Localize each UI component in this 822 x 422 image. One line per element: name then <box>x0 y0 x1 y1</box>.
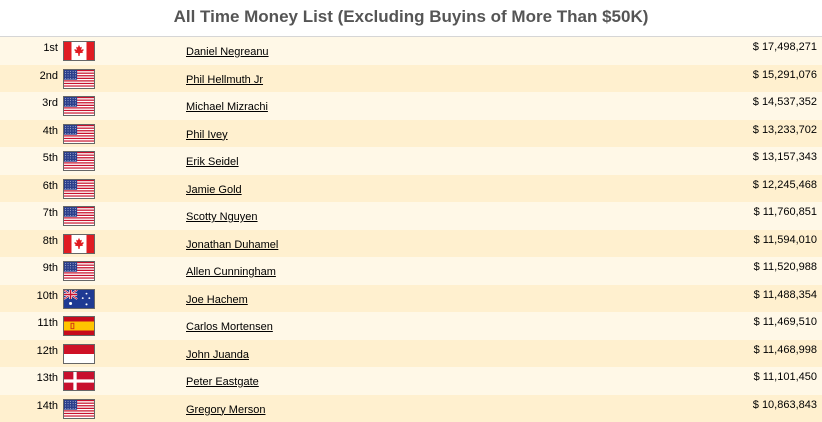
player-name-link[interactable]: Gregory Merson <box>186 404 265 416</box>
table-row: 5th Erik Seidel $ 13,157,343 <box>0 147 822 175</box>
rank-label: 7th <box>42 207 58 219</box>
table-row: 2nd Phil Hellmuth Jr $ 15,291,076 <box>0 64 822 92</box>
player-name-link[interactable]: Allen Cunningham <box>186 266 276 278</box>
player-name-link[interactable]: Joe Hachem <box>186 294 248 306</box>
winnings-amount: $ 11,468,998 <box>753 343 817 356</box>
winnings-amount: $ 17,498,271 <box>752 41 817 53</box>
winnings-amount: $ 11,760,851 <box>753 206 817 218</box>
player-name-link[interactable]: Scotty Nguyen <box>186 211 258 223</box>
player-name-link[interactable]: Daniel Negreanu <box>186 46 269 58</box>
rank-label: 1st <box>43 42 58 54</box>
table-row: 1st Daniel Negreanu $ 17,498,271 <box>0 37 822 65</box>
usa-flag-icon <box>63 398 95 419</box>
winnings-amount: $ 14,537,352 <box>752 96 817 108</box>
denmark-flag-icon <box>63 371 95 391</box>
rank-label: 11th <box>37 317 58 329</box>
player-name-link[interactable]: John Juanda <box>186 349 249 361</box>
winnings-amount: $ 10,863,843 <box>752 398 817 411</box>
table-row: 11th Carlos Mortensen $ 11,469,510 <box>0 312 822 340</box>
canada-flag-icon <box>63 41 95 61</box>
winnings-amount: $ 11,594,010 <box>753 233 817 246</box>
table-row: 7th Scotty Nguyen $ 11,760,851 <box>0 202 822 230</box>
usa-flag-icon <box>63 96 95 116</box>
usa-flag-icon <box>63 68 95 89</box>
table-row: 9th Allen Cunningham $ 11,520,988 <box>0 257 822 285</box>
player-name-link[interactable]: Phil Hellmuth Jr <box>186 74 263 86</box>
player-name-link[interactable]: Phil Ivey <box>186 129 228 141</box>
usa-flag-icon <box>63 123 95 144</box>
usa-flag-icon <box>63 178 95 199</box>
player-name-link[interactable]: Peter Eastgate <box>186 376 259 388</box>
rank-label: 4th <box>42 124 58 137</box>
table-row: 14th Gregory Merson $ 10,863,843 <box>0 394 822 422</box>
table-row: 4th Phil Ivey $ 13,233,702 <box>0 119 822 147</box>
money-list: 1st Daniel Negreanu $ 17,498,271 2nd Phil He… <box>0 37 822 422</box>
spain-flag-icon <box>63 316 95 336</box>
winnings-amount: $ 11,101,450 <box>753 371 817 383</box>
rank-label: 10th <box>36 289 58 302</box>
rank-label: 6th <box>42 179 58 192</box>
table-row: 6th Jamie Gold $ 12,245,468 <box>0 174 822 202</box>
australia-flag-icon <box>63 288 95 309</box>
canada-flag-icon <box>63 233 95 254</box>
player-name-link[interactable]: Jonathan Duhamel <box>186 239 278 251</box>
rank-label: 9th <box>42 262 58 274</box>
player-name-link[interactable]: Erik Seidel <box>186 156 239 168</box>
winnings-amount: $ 11,520,988 <box>753 261 817 273</box>
indonesia-flag-icon <box>63 343 95 364</box>
usa-flag-icon <box>63 206 95 226</box>
table-row: 12th John Juanda $ 11,468,998 <box>0 339 822 367</box>
table-row: 13th Peter Eastgate $ 11,101,450 <box>0 367 822 395</box>
rank-label: 2nd <box>39 69 58 82</box>
rank-label: 12th <box>36 344 58 357</box>
table-row: 8th Jonathan Duhamel $ 11,594,010 <box>0 229 822 257</box>
winnings-amount: $ 11,488,354 <box>753 288 817 301</box>
rank-label: 13th <box>36 372 58 384</box>
rank-label: 8th <box>42 234 58 247</box>
usa-flag-icon <box>63 261 95 281</box>
winnings-amount: $ 11,469,510 <box>753 316 817 328</box>
table-row: 10th Joe Hachem $ 11,488,354 <box>0 284 822 312</box>
player-name-link[interactable]: Jamie Gold <box>186 184 242 196</box>
rank-label: 5th <box>42 152 58 164</box>
page-title: All Time Money List (Excluding Buyins of… <box>0 0 822 37</box>
rank-label: 3rd <box>42 97 58 109</box>
rank-label: 14th <box>36 399 58 412</box>
usa-flag-icon <box>63 151 95 171</box>
player-name-link[interactable]: Michael Mizrachi <box>186 101 268 113</box>
winnings-amount: $ 13,157,343 <box>752 151 817 163</box>
winnings-amount: $ 13,233,702 <box>752 123 817 136</box>
player-name-link[interactable]: Carlos Mortensen <box>186 321 273 333</box>
winnings-amount: $ 12,245,468 <box>752 178 817 191</box>
table-row: 3rd Michael Mizrachi $ 14,537,352 <box>0 92 822 120</box>
winnings-amount: $ 15,291,076 <box>752 68 817 81</box>
